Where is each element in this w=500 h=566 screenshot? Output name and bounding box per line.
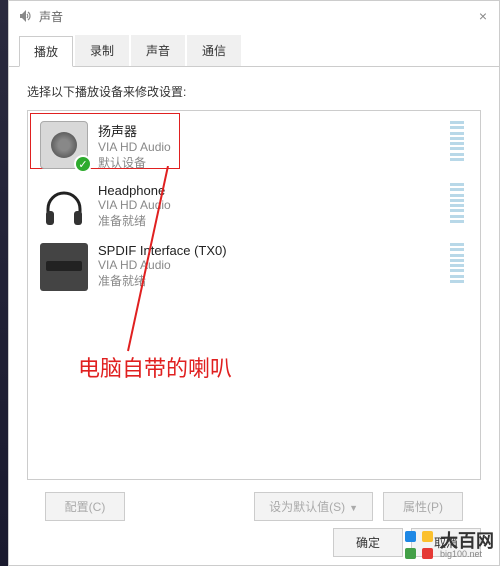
device-item-speakers[interactable]: ✓ 扬声器 VIA HD Audio 默认设备 — [32, 115, 476, 177]
watermark-name: 大百网 — [440, 532, 494, 550]
tab-communications[interactable]: 通信 — [187, 35, 241, 66]
device-status: 准备就绪 — [98, 212, 450, 229]
level-meter — [450, 121, 464, 161]
device-list: ✓ 扬声器 VIA HD Audio 默认设备 Headphone VIA HD… — [27, 110, 481, 480]
device-name: 扬声器 — [98, 121, 450, 140]
set-default-button[interactable]: 设为默认值(S) ▼ — [254, 492, 373, 521]
device-status: 默认设备 — [98, 154, 450, 171]
device-driver: VIA HD Audio — [98, 198, 450, 212]
spdif-icon — [40, 243, 88, 291]
sound-dialog: 声音 × 播放 录制 声音 通信 选择以下播放设备来修改设置: ✓ 扬声器 VI… — [8, 0, 500, 566]
titlebar: 声音 × — [9, 1, 499, 31]
tabstrip: 播放 录制 声音 通信 — [9, 31, 499, 67]
level-meter — [450, 243, 464, 283]
device-driver: VIA HD Audio — [98, 140, 450, 154]
watermark-logo-icon — [404, 530, 434, 560]
device-item-spdif[interactable]: SPDIF Interface (TX0) VIA HD Audio 准备就绪 — [32, 237, 476, 297]
watermark: 大百网 big100.net — [404, 530, 494, 560]
speaker-icon — [17, 8, 33, 24]
set-default-label: 设为默认值(S) — [269, 500, 345, 514]
ok-button[interactable]: 确定 — [333, 528, 403, 557]
device-name: SPDIF Interface (TX0) — [98, 243, 450, 258]
annotation-label: 电脑自带的喇叭 — [78, 351, 232, 383]
watermark-url: big100.net — [440, 550, 494, 559]
device-item-headphone[interactable]: Headphone VIA HD Audio 准备就绪 — [32, 177, 476, 237]
tab-sounds[interactable]: 声音 — [131, 35, 185, 66]
tab-recording[interactable]: 录制 — [75, 35, 129, 66]
default-check-icon: ✓ — [74, 155, 92, 173]
properties-button[interactable]: 属性(P) — [383, 492, 463, 521]
dialog-title: 声音 — [39, 8, 63, 25]
instruction-text: 选择以下播放设备来修改设置: — [27, 83, 481, 100]
level-meter — [450, 183, 464, 223]
tab-playback[interactable]: 播放 — [19, 36, 73, 67]
device-status: 准备就绪 — [98, 272, 450, 289]
configure-button[interactable]: 配置(C) — [45, 492, 125, 521]
device-driver: VIA HD Audio — [98, 258, 450, 272]
close-icon[interactable]: × — [475, 8, 491, 24]
headphone-icon — [40, 183, 88, 231]
device-name: Headphone — [98, 183, 450, 198]
chevron-down-icon: ▼ — [349, 503, 358, 513]
speaker-device-icon: ✓ — [40, 121, 88, 169]
